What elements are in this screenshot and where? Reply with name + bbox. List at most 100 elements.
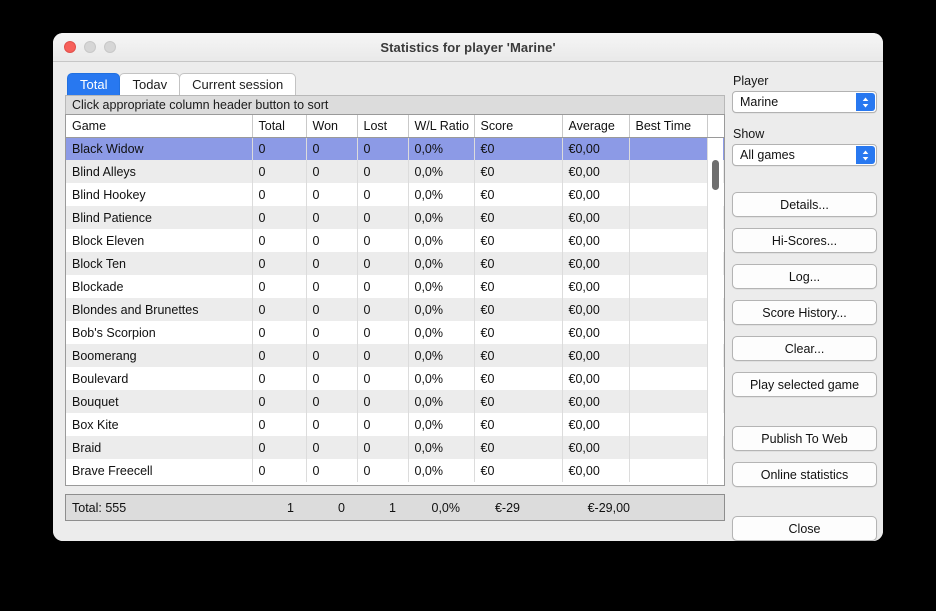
table-vertical-scrollbar[interactable]: [707, 138, 723, 484]
column-header-lost[interactable]: Lost: [357, 115, 409, 138]
sidebar: Player Marine Show All games Details... …: [732, 74, 877, 541]
cell-best-time: [629, 413, 708, 436]
publish-to-web-button[interactable]: Publish To Web: [732, 426, 877, 451]
clear-button[interactable]: Clear...: [732, 336, 877, 361]
table-row[interactable]: Bob's Scorpion 0 0 0 0,0% €0 €0,00: [66, 321, 724, 344]
window-title: Statistics for player 'Marine': [380, 39, 556, 55]
column-header-spacer: [707, 115, 724, 138]
cell-average: €0,00: [562, 183, 630, 206]
cell-best-time: [629, 206, 708, 229]
cell-wl-ratio: 0,0%: [408, 160, 475, 183]
cell-wl-ratio: 0,0%: [408, 137, 475, 160]
cell-best-time: [629, 436, 708, 459]
cell-average: €0,00: [562, 137, 630, 160]
table-row[interactable]: Blondes and Brunettes 0 0 0 0,0% €0 €0,00: [66, 298, 724, 321]
table-row[interactable]: Blind Patience 0 0 0 0,0% €0 €0,00: [66, 206, 724, 229]
cell-won: 0: [306, 390, 358, 413]
cell-best-time: [629, 459, 708, 482]
left-pane: Total Todav Current session Click approp…: [65, 72, 725, 521]
cell-best-time: [629, 390, 708, 413]
table-row[interactable]: Blind Hookey 0 0 0 0,0% €0 €0,00: [66, 183, 724, 206]
cell-wl-ratio: 0,0%: [408, 344, 475, 367]
cell-lost: 0: [357, 252, 409, 275]
cell-total: 0: [252, 252, 307, 275]
cell-won: 0: [306, 206, 358, 229]
table-row[interactable]: Brave Freecell 0 0 0 0,0% €0 €0,00: [66, 459, 724, 482]
column-header-best-time[interactable]: Best Time: [629, 115, 708, 138]
details-button[interactable]: Details...: [732, 192, 877, 217]
column-header-wl-ratio[interactable]: W/L Ratio: [408, 115, 475, 138]
cell-game: Boulevard: [66, 367, 253, 390]
online-statistics-button[interactable]: Online statistics: [732, 462, 877, 487]
cell-won: 0: [306, 321, 358, 344]
cell-wl-ratio: 0,0%: [408, 390, 475, 413]
chevron-updown-icon[interactable]: [856, 146, 875, 164]
table-row[interactable]: Block Eleven 0 0 0 0,0% €0 €0,00: [66, 229, 724, 252]
cell-average: €0,00: [562, 459, 630, 482]
column-header-won[interactable]: Won: [306, 115, 358, 138]
cell-average: €0,00: [562, 321, 630, 344]
cell-game: Black Widow: [66, 137, 253, 160]
scrollbar-thumb[interactable]: [712, 160, 719, 190]
cell-total: 0: [252, 436, 307, 459]
cell-lost: 0: [357, 183, 409, 206]
table-body: Black Widow 0 0 0 0,0% €0 €0,00 Blind Alleys 0 0 0…: [66, 137, 724, 482]
close-window-icon[interactable]: [64, 41, 76, 53]
cell-total: 0: [252, 183, 307, 206]
cell-won: 0: [306, 367, 358, 390]
hi-scores-button[interactable]: Hi-Scores...: [732, 228, 877, 253]
column-header-total[interactable]: Total: [252, 115, 307, 138]
show-select[interactable]: All games: [732, 144, 877, 166]
totals-won: 0: [338, 500, 345, 515]
cell-lost: 0: [357, 436, 409, 459]
table-row[interactable]: Box Kite 0 0 0 0,0% €0 €0,00: [66, 413, 724, 436]
tab-current-session[interactable]: Current session: [179, 73, 297, 95]
cell-total: 0: [252, 459, 307, 482]
cell-score: €0: [474, 436, 563, 459]
cell-lost: 0: [357, 206, 409, 229]
cell-total: 0: [252, 413, 307, 436]
table-row[interactable]: Boomerang 0 0 0 0,0% €0 €0,00: [66, 344, 724, 367]
cell-won: 0: [306, 252, 358, 275]
show-selected-value: All games: [740, 148, 795, 162]
table-row[interactable]: Black Widow 0 0 0 0,0% €0 €0,00: [66, 137, 724, 160]
cell-lost: 0: [357, 298, 409, 321]
play-selected-game-button[interactable]: Play selected game: [732, 372, 877, 397]
cell-won: 0: [306, 298, 358, 321]
cell-average: €0,00: [562, 344, 630, 367]
column-header-game[interactable]: Game: [66, 115, 253, 138]
cell-won: 0: [306, 160, 358, 183]
sidebar-spacer-bottom: [732, 498, 877, 516]
table-row[interactable]: Blind Alleys 0 0 0 0,0% €0 €0,00: [66, 160, 724, 183]
tab-today[interactable]: Todav: [119, 73, 181, 95]
close-button[interactable]: Close: [732, 516, 877, 541]
score-history-button[interactable]: Score History...: [732, 300, 877, 325]
minimize-window-icon[interactable]: [84, 41, 96, 53]
cell-wl-ratio: 0,0%: [408, 252, 475, 275]
cell-wl-ratio: 0,0%: [408, 206, 475, 229]
player-select[interactable]: Marine: [732, 91, 877, 113]
cell-wl-ratio: 0,0%: [408, 459, 475, 482]
cell-game: Block Ten: [66, 252, 253, 275]
chevron-updown-icon[interactable]: [856, 93, 875, 111]
log-button[interactable]: Log...: [732, 264, 877, 289]
tab-total[interactable]: Total: [67, 73, 121, 95]
cell-total: 0: [252, 137, 307, 160]
table-row[interactable]: Boulevard 0 0 0 0,0% €0 €0,00: [66, 367, 724, 390]
cell-best-time: [629, 275, 708, 298]
cell-best-time: [629, 252, 708, 275]
table-row[interactable]: Bouquet 0 0 0 0,0% €0 €0,00: [66, 390, 724, 413]
cell-best-time: [629, 229, 708, 252]
totals-lost: 1: [389, 500, 396, 515]
column-header-score[interactable]: Score: [474, 115, 563, 138]
maximize-window-icon[interactable]: [104, 41, 116, 53]
statistics-table-frame: Game Total Won Lost W/L Ratio Score Aver…: [65, 114, 725, 486]
column-header-average[interactable]: Average: [562, 115, 630, 138]
statistics-window: Statistics for player 'Marine' Total Tod…: [53, 33, 883, 541]
cell-won: 0: [306, 436, 358, 459]
sidebar-spacer-top: [732, 180, 877, 192]
table-row[interactable]: Braid 0 0 0 0,0% €0 €0,00: [66, 436, 724, 459]
table-row[interactable]: Block Ten 0 0 0 0,0% €0 €0,00: [66, 252, 724, 275]
cell-score: €0: [474, 367, 563, 390]
table-row[interactable]: Blockade 0 0 0 0,0% €0 €0,00: [66, 275, 724, 298]
